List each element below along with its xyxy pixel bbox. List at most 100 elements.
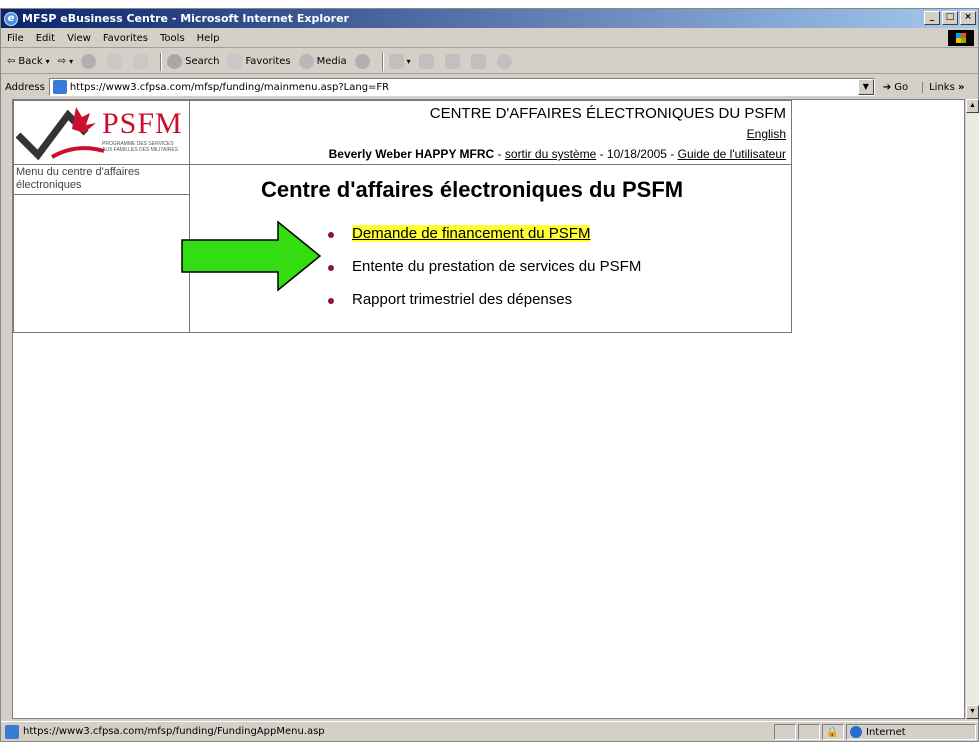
logout-link[interactable]: sortir du système xyxy=(505,147,596,161)
address-label: Address xyxy=(5,81,45,93)
menu-view[interactable]: View xyxy=(67,33,91,44)
nav-heading: Menu du centre d'affaires électroniques xyxy=(14,165,189,195)
chevron-down-icon: ▾ xyxy=(45,57,50,66)
menu-tools[interactable]: Tools xyxy=(160,33,185,44)
scroll-up-icon[interactable]: ▲ xyxy=(966,99,979,113)
lock-icon: 🔒 xyxy=(822,724,844,740)
menu-edit[interactable]: Edit xyxy=(36,33,55,44)
logo-name: PSFM xyxy=(102,107,183,140)
status-bar: https://www3.cfpsa.com/mfsp/funding/Fund… xyxy=(1,721,978,741)
stop-button[interactable] xyxy=(81,54,99,69)
favorites-icon xyxy=(227,54,243,69)
green-arrow-icon xyxy=(181,220,322,292)
menu-help[interactable]: Help xyxy=(197,33,220,44)
status-cell xyxy=(798,724,820,740)
bullet-icon xyxy=(328,232,334,238)
address-bar: Address https://www3.cfpsa.com/mfsp/fund… xyxy=(1,76,978,98)
address-url: https://www3.cfpsa.com/mfsp/funding/main… xyxy=(69,81,390,93)
favorites-button[interactable]: Favorites xyxy=(227,54,291,69)
go-arrow-icon: ➔ xyxy=(882,81,892,93)
mail-button[interactable]: ▾ xyxy=(388,54,411,69)
vertical-scrollbar[interactable]: ▲ ▼ xyxy=(965,99,979,719)
edit-button[interactable] xyxy=(444,54,463,69)
chevron-down-icon: ▾ xyxy=(69,57,74,66)
back-label: Back xyxy=(18,56,43,67)
links-button[interactable]: Links » xyxy=(922,81,965,93)
toolbar: ⇦ Back ▾ ⇨ ▾ Search Favorites Media ▾ xyxy=(1,50,978,74)
media-icon xyxy=(298,54,314,69)
user-guide-link[interactable]: Guide de l'utilisateur xyxy=(678,147,786,161)
internet-zone: Internet xyxy=(846,724,976,740)
favorites-label: Favorites xyxy=(245,56,291,67)
ie-icon: e xyxy=(4,11,18,26)
search-button[interactable]: Search xyxy=(167,54,219,69)
print-icon xyxy=(418,54,434,69)
menu-file[interactable]: File xyxy=(7,33,24,44)
status-url: https://www3.cfpsa.com/mfsp/funding/Fund… xyxy=(23,726,325,737)
page-viewport: PSFM PROGRAMME DES SERVICES AUX FAMILLES… xyxy=(12,99,965,719)
user-info: Beverly Weber HAPPY MFRC - sortir du sys… xyxy=(329,147,786,161)
back-arrow-icon: ⇦ xyxy=(7,56,16,67)
messenger-button[interactable] xyxy=(496,54,515,69)
menu-bar: File Edit View Favorites Tools Help xyxy=(1,29,978,48)
bullet-icon xyxy=(328,298,334,304)
zone-label: Internet xyxy=(866,726,906,738)
home-icon xyxy=(133,54,149,69)
refresh-icon xyxy=(107,54,123,69)
print-button[interactable] xyxy=(418,54,437,69)
scroll-down-icon[interactable]: ▼ xyxy=(966,705,979,719)
search-icon xyxy=(167,54,183,69)
psfm-logo-icon xyxy=(16,107,105,161)
go-label: Go xyxy=(894,81,909,93)
stop-icon xyxy=(81,54,97,69)
history-button[interactable] xyxy=(354,54,373,69)
forward-arrow-icon: ⇨ xyxy=(57,56,67,67)
home-button[interactable] xyxy=(133,54,151,69)
english-link[interactable]: English xyxy=(747,127,786,141)
page-icon xyxy=(5,724,19,739)
media-button[interactable]: Media xyxy=(298,54,347,69)
windows-logo-icon xyxy=(948,30,974,46)
history-icon xyxy=(354,54,370,69)
go-button[interactable]: ➔ Go xyxy=(883,82,908,93)
discuss-button[interactable] xyxy=(470,54,489,69)
list-item: Demande de financement du PSFM xyxy=(328,225,641,258)
chevron-right-icon: » xyxy=(957,81,965,93)
globe-icon xyxy=(850,726,862,738)
media-label: Media xyxy=(316,56,347,67)
links-label: Links xyxy=(929,81,955,93)
header-cell: CENTRE D'AFFAIRES ÉLECTRONIQUES DU PSFM … xyxy=(190,101,791,165)
close-button[interactable]: × xyxy=(960,11,976,25)
search-label: Search xyxy=(185,56,220,67)
chevron-down-icon[interactable]: ▼ xyxy=(857,79,874,95)
chevron-down-icon: ▾ xyxy=(406,57,411,66)
address-input[interactable]: https://www3.cfpsa.com/mfsp/funding/main… xyxy=(48,78,875,96)
date-text: - 10/18/2005 - xyxy=(596,147,678,161)
logo-subtitle: PROGRAMME DES SERVICES AUX FAMILLES DES … xyxy=(102,141,178,153)
menu-list: Demande de financement du PSFM Entente d… xyxy=(328,225,641,324)
service-agreement-link[interactable]: Entente du prestation de services du PSF… xyxy=(352,258,641,275)
window-title: MFSP eBusiness Centre - Microsoft Intern… xyxy=(22,12,349,25)
menu-favorites[interactable]: Favorites xyxy=(103,33,148,44)
back-button[interactable]: ⇦ Back ▾ xyxy=(7,56,50,67)
refresh-button[interactable] xyxy=(107,54,125,69)
edit-icon xyxy=(444,54,460,69)
bullet-icon xyxy=(328,265,334,271)
mail-icon xyxy=(388,54,404,69)
minimize-button[interactable]: _ xyxy=(924,11,940,25)
forward-button[interactable]: ⇨ ▾ xyxy=(58,56,73,67)
user-name: Beverly Weber HAPPY MFRC xyxy=(328,147,495,161)
discuss-icon xyxy=(470,54,486,69)
nav-cell: Menu du centre d'affaires électroniques xyxy=(14,165,190,333)
status-cell xyxy=(774,724,796,740)
page-layout-table: PSFM PROGRAMME DES SERVICES AUX FAMILLES… xyxy=(13,100,792,333)
site-title: CENTRE D'AFFAIRES ÉLECTRONIQUES DU PSFM xyxy=(429,105,786,122)
maximize-button[interactable]: □ xyxy=(942,11,958,25)
logo-cell: PSFM PROGRAMME DES SERVICES AUX FAMILLES… xyxy=(14,101,190,165)
page-icon xyxy=(52,80,67,94)
logo-subtitle-line2: AUX FAMILLES DES MILITAIRES xyxy=(102,147,179,153)
separator xyxy=(381,52,384,71)
messenger-icon xyxy=(496,54,512,69)
funding-request-link[interactable]: Demande de financement du PSFM xyxy=(352,225,591,242)
quarterly-report-link[interactable]: Rapport trimestriel des dépenses xyxy=(352,291,572,308)
